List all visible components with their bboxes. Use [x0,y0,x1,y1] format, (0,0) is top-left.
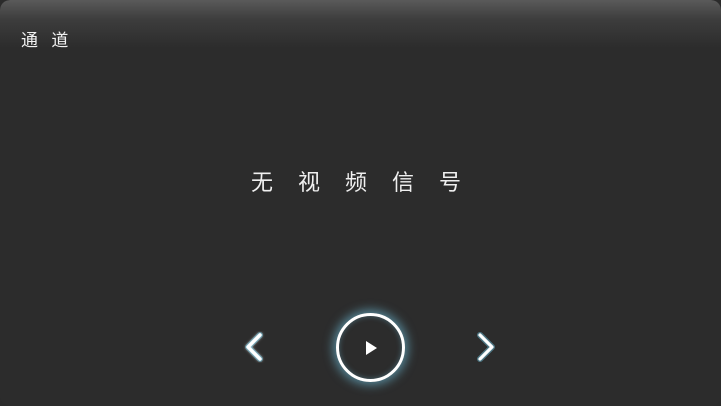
play-icon [363,339,379,357]
video-player-panel: 通 道 无 视 频 信 号 [0,0,721,406]
play-button-ring [336,313,405,382]
chevron-right-icon [475,331,497,363]
previous-channel-button[interactable] [236,327,272,367]
no-video-signal-text: 无 视 频 信 号 [251,171,470,196]
channel-label: 通 道 [21,31,73,51]
next-channel-button[interactable] [468,327,504,367]
play-button[interactable] [333,310,408,385]
chevron-left-icon [243,331,265,363]
top-gradient [0,0,721,48]
